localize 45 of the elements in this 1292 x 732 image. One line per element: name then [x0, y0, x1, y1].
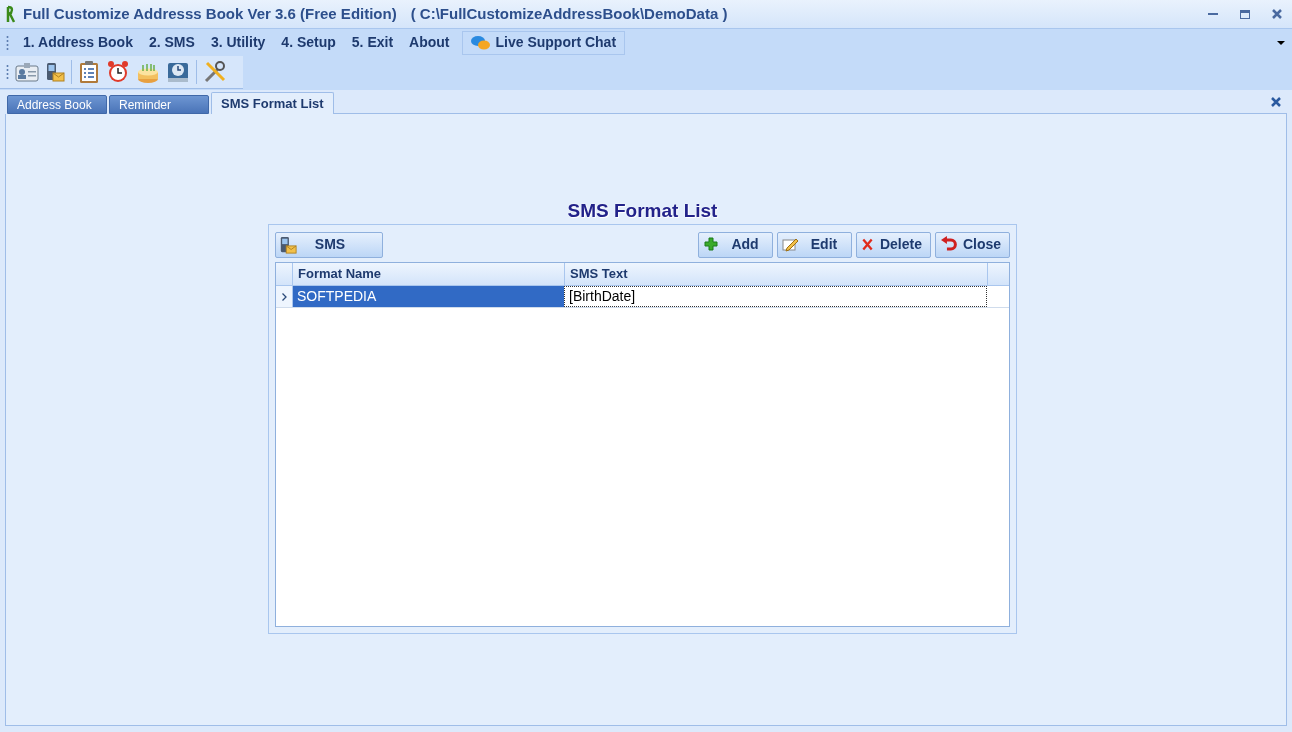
current-row-icon: [281, 292, 287, 301]
table-cell: [BirthDate]: [564, 286, 987, 307]
live-support-chat-button[interactable]: Live Support Chat: [461, 30, 626, 55]
phone-envelope-icon[interactable]: [45, 61, 65, 83]
contact-card-icon[interactable]: [15, 61, 39, 83]
close-icon: [1272, 9, 1282, 19]
grip-icon: [6, 64, 9, 80]
minimize-icon: [1208, 12, 1218, 16]
edit-button[interactable]: Edit: [777, 231, 852, 258]
clipboard-checklist-icon[interactable]: [78, 60, 100, 84]
column-header[interactable]: Format Name: [293, 263, 564, 285]
pencil-note-icon: [782, 236, 799, 253]
grip-icon: [6, 34, 9, 51]
chat-bubbles-icon: [470, 34, 491, 51]
row-header[interactable]: [276, 286, 293, 307]
app-logo-icon: [5, 5, 17, 23]
phone-envelope-icon: [279, 234, 297, 255]
panel-title: SMS Format List: [567, 199, 718, 221]
window-path: ( C:\FullCustomizeAddressBook\DemoData ): [410, 3, 728, 24]
menu-item[interactable]: 5. Exit: [343, 30, 402, 55]
menu-item[interactable]: About: [401, 30, 458, 55]
column-header[interactable]: SMS Text: [564, 263, 987, 285]
plus-icon: [703, 236, 720, 253]
close-button[interactable]: Close: [935, 231, 1010, 258]
maximize-icon: [1240, 9, 1250, 19]
clock-drive-icon[interactable]: [166, 60, 190, 84]
sms-button[interactable]: SMS: [275, 231, 383, 258]
menu-item[interactable]: 2. SMS: [140, 30, 203, 55]
tab[interactable]: Address Book: [7, 95, 107, 114]
alarm-clock-icon[interactable]: [106, 60, 130, 84]
dropdown-arrow-icon[interactable]: [1277, 39, 1285, 46]
tab[interactable]: SMS Format List: [211, 92, 334, 114]
menu-item[interactable]: 3. Utility: [202, 30, 274, 55]
close-tab-button[interactable]: [1271, 97, 1281, 107]
tab[interactable]: Reminder: [109, 95, 209, 114]
close-icon: [1271, 97, 1281, 107]
table-cell: SOFTPEDIA: [293, 286, 564, 307]
delete-button[interactable]: Delete: [856, 231, 931, 258]
undo-arrow-icon: [940, 236, 957, 253]
cross-icon: [861, 236, 874, 253]
window-title: Full Customize Addresss Book Ver 3.6 (Free Edition): [23, 3, 397, 24]
tools-icon[interactable]: [203, 60, 227, 84]
menu-item[interactable]: 1. Address Book: [15, 30, 141, 55]
menu-item[interactable]: 4. Setup: [273, 30, 344, 55]
add-button[interactable]: Add: [698, 231, 773, 258]
